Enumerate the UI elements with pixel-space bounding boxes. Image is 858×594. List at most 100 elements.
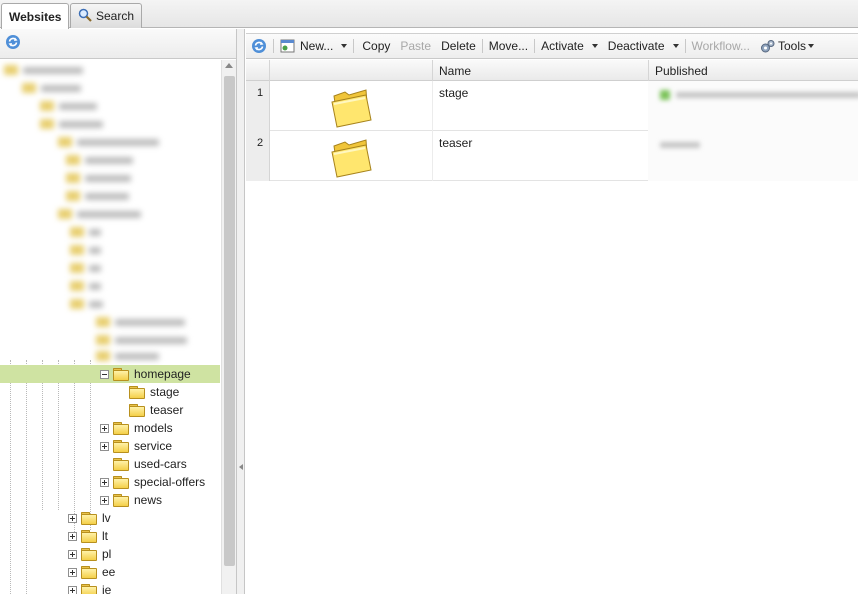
chevron-down-icon bbox=[807, 44, 814, 48]
collapse-icon[interactable] bbox=[100, 369, 109, 379]
new-button[interactable]: New... bbox=[275, 36, 352, 56]
workflow-button-label: Workflow... bbox=[691, 39, 750, 53]
expand-icon[interactable] bbox=[68, 513, 77, 523]
thumbnail-cell bbox=[270, 81, 433, 131]
tools-button-label: Tools bbox=[777, 39, 806, 53]
tree-node-lv[interactable]: lv bbox=[68, 509, 111, 527]
chevron-down-icon bbox=[341, 44, 348, 48]
thumbnail-cell bbox=[270, 131, 433, 181]
main-toolbar: New... Copy Paste Delete Move... Activat… bbox=[246, 33, 858, 59]
folder-icon bbox=[113, 476, 129, 489]
refresh-tree-button[interactable] bbox=[5, 34, 21, 53]
folder-icon bbox=[113, 440, 129, 453]
tree-node-news[interactable]: news bbox=[100, 491, 162, 509]
published-cell bbox=[648, 81, 858, 131]
tab-websites-label: Websites bbox=[9, 9, 62, 24]
expand-icon[interactable] bbox=[100, 477, 109, 487]
tree-node-label: lv bbox=[102, 511, 111, 525]
tree-node-label: ee bbox=[102, 565, 116, 579]
tree-node-label: news bbox=[134, 493, 163, 507]
folder-icon bbox=[113, 422, 129, 435]
column-header-label: Name bbox=[439, 63, 472, 78]
paste-button[interactable]: Paste bbox=[395, 36, 436, 56]
blurred-tree-nodes bbox=[0, 60, 221, 365]
tree-node-teaser[interactable]: teaser bbox=[116, 401, 183, 419]
tree-node-label: pl bbox=[102, 547, 112, 561]
chevron-down-icon bbox=[672, 44, 679, 48]
delete-button-label: Delete bbox=[441, 39, 476, 53]
tab-search[interactable]: Search bbox=[70, 3, 143, 28]
toolbar-separator bbox=[534, 39, 536, 53]
activate-button-label: Activate bbox=[541, 39, 584, 53]
scrollbar-thumb[interactable] bbox=[224, 76, 235, 566]
deactivate-button[interactable]: Deactivate bbox=[603, 36, 684, 56]
tools-button[interactable]: Tools bbox=[755, 36, 819, 56]
tree-scrollbar[interactable] bbox=[221, 60, 236, 594]
tree-node-label: stage bbox=[150, 385, 180, 399]
column-header-label: Published bbox=[655, 63, 708, 78]
new-page-icon bbox=[280, 39, 295, 52]
copy-button[interactable]: Copy bbox=[357, 36, 395, 56]
workflow-button[interactable]: Workflow... bbox=[687, 36, 755, 56]
expand-icon[interactable] bbox=[68, 567, 77, 577]
scroll-up-arrow-icon[interactable] bbox=[225, 63, 233, 68]
toolbar-separator bbox=[481, 39, 483, 53]
tree-toolbar bbox=[0, 29, 236, 59]
paste-button-label: Paste bbox=[400, 39, 432, 53]
tree-node-special-offers[interactable]: special-offers bbox=[100, 473, 205, 491]
move-button-label: Move... bbox=[488, 39, 529, 53]
tree-node-lt[interactable]: lt bbox=[68, 527, 108, 545]
new-button-label: New... bbox=[300, 39, 334, 53]
column-header-name[interactable]: Name bbox=[433, 60, 649, 81]
tab-strip: Websites Search bbox=[0, 0, 858, 29]
copy-button-label: Copy bbox=[362, 39, 391, 53]
tree-node-label: teaser bbox=[150, 403, 184, 417]
table-row[interactable]: 2 teaser bbox=[246, 131, 858, 181]
toolbar-separator bbox=[273, 39, 274, 53]
expand-icon[interactable] bbox=[100, 441, 109, 451]
expand-icon[interactable] bbox=[68, 549, 77, 559]
delete-button[interactable]: Delete bbox=[436, 36, 481, 56]
tree-node-ee[interactable]: ee bbox=[68, 563, 115, 581]
tree-node-label: lt bbox=[102, 529, 108, 543]
expand-icon[interactable] bbox=[68, 531, 77, 541]
tree-node-label: homepage bbox=[134, 367, 191, 381]
table-row[interactable]: 1 stage bbox=[246, 81, 858, 131]
site-tree: homepage stage teaser models service use… bbox=[0, 60, 221, 594]
tree-node-pl[interactable]: pl bbox=[68, 545, 111, 563]
refresh-icon bbox=[252, 39, 266, 53]
page-name: stage bbox=[439, 86, 469, 100]
tree-node-homepage[interactable]: homepage bbox=[0, 365, 220, 383]
thumbnail-header bbox=[270, 60, 433, 81]
tree-node-stage[interactable]: stage bbox=[116, 383, 179, 401]
tree-node-label: service bbox=[134, 439, 173, 453]
expand-icon[interactable] bbox=[68, 585, 77, 594]
tree-node-used-cars[interactable]: used-cars bbox=[100, 455, 187, 473]
tree-node-label: models bbox=[134, 421, 173, 435]
tab-websites[interactable]: Websites bbox=[1, 3, 70, 29]
panel-splitter[interactable] bbox=[237, 29, 245, 594]
tree-node-service[interactable]: service bbox=[100, 437, 172, 455]
column-header-published[interactable]: Published bbox=[649, 60, 858, 81]
grid-header: Name Published bbox=[246, 60, 858, 81]
refresh-button[interactable] bbox=[246, 36, 272, 56]
expand-icon[interactable] bbox=[100, 423, 109, 433]
tree-node-label: special-offers bbox=[134, 475, 206, 489]
chevron-down-icon bbox=[591, 44, 598, 48]
folder-icon bbox=[113, 458, 129, 471]
folder-icon bbox=[331, 89, 372, 128]
folder-icon bbox=[129, 404, 145, 417]
folder-icon bbox=[81, 566, 97, 579]
activate-button[interactable]: Activate bbox=[536, 36, 603, 56]
folder-icon bbox=[81, 530, 97, 543]
tree-node-models[interactable]: models bbox=[100, 419, 173, 437]
move-button[interactable]: Move... bbox=[484, 36, 533, 56]
collapse-arrow-icon[interactable] bbox=[239, 464, 243, 470]
row-number: 1 bbox=[246, 81, 270, 131]
page-list-panel: New... Copy Paste Delete Move... Activat… bbox=[246, 29, 858, 594]
expand-icon[interactable] bbox=[100, 495, 109, 505]
gear-icon bbox=[760, 39, 775, 52]
blurred-published-info bbox=[660, 90, 858, 100]
blurred-published-info bbox=[660, 141, 700, 149]
tree-node-ie[interactable]: ie bbox=[68, 581, 111, 594]
